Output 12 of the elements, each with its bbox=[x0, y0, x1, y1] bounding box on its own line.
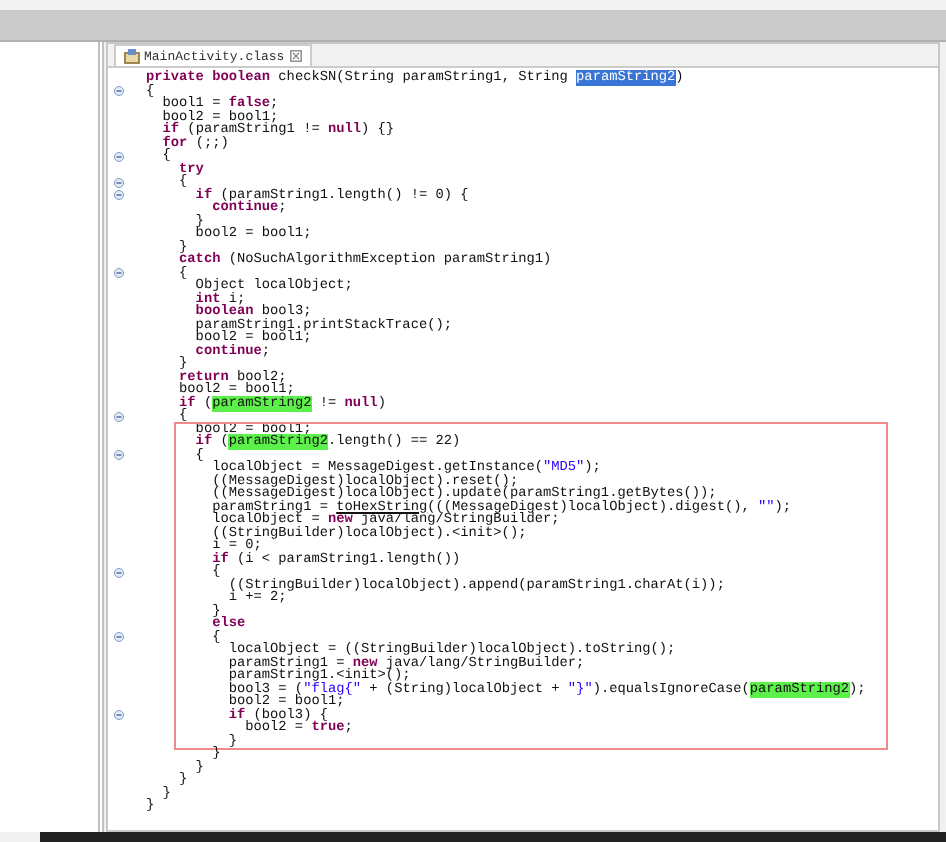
collapse-icon[interactable] bbox=[114, 632, 124, 643]
collapse-icon[interactable] bbox=[114, 268, 124, 279]
collapse-icon[interactable] bbox=[114, 151, 124, 162]
collapse-icon[interactable] bbox=[114, 177, 124, 188]
collapse-icon[interactable] bbox=[114, 86, 124, 97]
collapse-icon[interactable] bbox=[114, 710, 124, 721]
collapse-icon[interactable] bbox=[114, 450, 124, 461]
collapse-icon[interactable] bbox=[114, 411, 124, 422]
collapse-icon[interactable] bbox=[114, 190, 124, 201]
collapse-icon[interactable] bbox=[114, 567, 124, 578]
close-icon[interactable] bbox=[290, 50, 303, 62]
class-file-icon bbox=[124, 48, 140, 64]
